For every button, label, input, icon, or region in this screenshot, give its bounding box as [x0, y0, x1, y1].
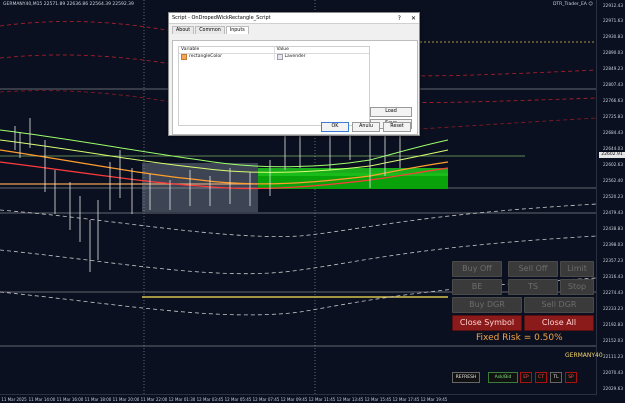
time-label: 12 Mar 05:45 [224, 397, 252, 402]
buy-off-button[interactable]: Buy Off [452, 261, 502, 277]
close-button[interactable]: ✕ [411, 15, 416, 22]
tl-button[interactable]: TL [550, 372, 562, 383]
dialog-tabs: About Common Inputs [169, 24, 419, 34]
price-label: 22644.03 [603, 146, 623, 151]
load-button[interactable]: Load [370, 107, 412, 117]
dialog-title: Script - OnDropedWickRectangle_Script [172, 15, 271, 21]
price-label: 22479.43 [603, 210, 623, 215]
ep-button[interactable]: EP [520, 372, 532, 383]
inputs-table-header: Variable Value [179, 47, 369, 54]
time-axis: 11 Mar 2025 11 Mar 14:00 11 Mar 16:00 11… [0, 394, 597, 403]
price-label: 22562.40 [603, 178, 623, 183]
time-label: 11 Mar 22:00 [140, 397, 168, 402]
help-button[interactable]: ? [398, 15, 401, 22]
limit-button[interactable]: Limit [560, 261, 594, 277]
price-label: 22357.23 [603, 258, 623, 263]
column-value: Value [276, 47, 289, 52]
time-label: 12 Mar 17:45 [392, 397, 420, 402]
price-label: 22766.63 [603, 98, 623, 103]
time-label: 12 Mar 13:45 [336, 397, 364, 402]
price-label: 22316.43 [603, 274, 623, 279]
dialog-titlebar[interactable]: Script - OnDropedWickRectangle_Script ? … [169, 13, 419, 24]
reset-button[interactable]: Reset [383, 122, 411, 132]
price-label: 22520.23 [603, 194, 623, 199]
symbol-label: GERMANY40 [565, 352, 603, 359]
time-label: 11 Mar 20:00 [112, 397, 140, 402]
price-label: 22890.03 [603, 50, 623, 55]
chart-symbol-line: GERMANY40,M15 22571.89 22636.86 22564.39… [3, 2, 134, 7]
color-swatch-icon [276, 54, 283, 60]
time-label: 11 Mar 14:00 [28, 397, 56, 402]
price-axis: 22912.43 22971.63 22930.83 22890.03 2284… [596, 0, 625, 395]
inputs-table: Variable Value rectangleColor Lavender [178, 46, 370, 126]
price-label: 22849.23 [603, 66, 623, 71]
price-label: 22602.63 [603, 162, 623, 167]
price-label: 22912.43 [603, 3, 623, 8]
close-symbol-button[interactable]: Close Symbol [452, 315, 522, 331]
ts-button[interactable]: TS [508, 279, 558, 295]
variable-name: rectangleColor [189, 54, 222, 59]
current-price-box: 22602.91 [599, 152, 625, 158]
time-label: 12 Mar 03:45 [196, 397, 224, 402]
time-label: 12 Mar 07:45 [252, 397, 280, 402]
variable-value: Lavender [284, 54, 306, 59]
script-dialog: Script - OnDropedWickRectangle_Script ? … [168, 12, 420, 136]
time-label: 12 Mar 01:30 [168, 397, 196, 402]
cancel-button[interactable]: Anulu [352, 122, 380, 132]
stop-button[interactable]: Stop [560, 279, 594, 295]
tab-inputs[interactable]: Inputs [225, 26, 249, 34]
time-label: 12 Mar 15:45 [364, 397, 392, 402]
price-label: 22438.83 [603, 226, 623, 231]
price-label: 22807.43 [603, 82, 623, 87]
time-label: 12 Mar 11:45 [308, 397, 336, 402]
time-label: 12 Mar 19:45 [420, 397, 448, 402]
ct-button[interactable]: CT [535, 372, 547, 383]
ask-bid-button[interactable]: Ask/Bid [488, 372, 518, 383]
price-label: 22274.43 [603, 290, 623, 295]
sell-off-button[interactable]: Sell Off [508, 261, 558, 277]
price-label: 22070.43 [603, 370, 623, 375]
variable-cell: rectangleColor [179, 54, 275, 60]
trading-terminal-window: GERMANY40,M15 22571.89 22636.86 22564.39… [0, 0, 625, 403]
price-label: 22029.63 [603, 386, 623, 391]
price-label: 22192.83 [603, 322, 623, 327]
sell-dgr-button[interactable]: Sell DGR [524, 297, 594, 313]
sp-button[interactable]: SP [565, 372, 577, 383]
dialog-window-controls: ? ✕ [398, 15, 416, 22]
refresh-button[interactable]: REFRESH [452, 372, 480, 383]
price-label: 22930.83 [603, 34, 623, 39]
dialog-bottom-buttons: OK Anulu Reset [173, 122, 417, 132]
ea-indicator-label: DTR_Trader_EA ☺ [552, 2, 593, 7]
fixed-risk-label: Fixed Risk = 0.50% [476, 333, 563, 343]
price-label: 22111.23 [603, 354, 623, 359]
value-cell[interactable]: Lavender [275, 54, 370, 60]
be-button[interactable]: BE [452, 279, 502, 295]
column-variable: Variable [179, 47, 275, 53]
tab-common[interactable]: Common [195, 26, 225, 34]
input-variable-icon [181, 54, 187, 60]
price-label: 22398.03 [603, 242, 623, 247]
price-label: 22233.23 [603, 306, 623, 311]
buy-dgr-button[interactable]: Buy DGR [452, 297, 522, 313]
tab-about[interactable]: About [172, 26, 195, 34]
time-label: 11 Mar 16:00 [56, 397, 84, 402]
price-label: 22684.43 [603, 130, 623, 135]
close-all-button[interactable]: Close All [524, 315, 594, 331]
time-label: 11 Mar 18:00 [84, 397, 112, 402]
price-label: 22725.83 [603, 114, 623, 119]
price-label: 22971.63 [603, 18, 623, 23]
time-label: 11 Mar 2025 [1, 397, 27, 402]
dialog-body: Variable Value rectangleColor Lavender L… [172, 40, 418, 135]
inputs-row[interactable]: rectangleColor Lavender [179, 54, 369, 60]
ok-button[interactable]: OK [321, 122, 349, 132]
time-label: 12 Mar 09:45 [280, 397, 308, 402]
price-label: 22152.03 [603, 338, 623, 343]
